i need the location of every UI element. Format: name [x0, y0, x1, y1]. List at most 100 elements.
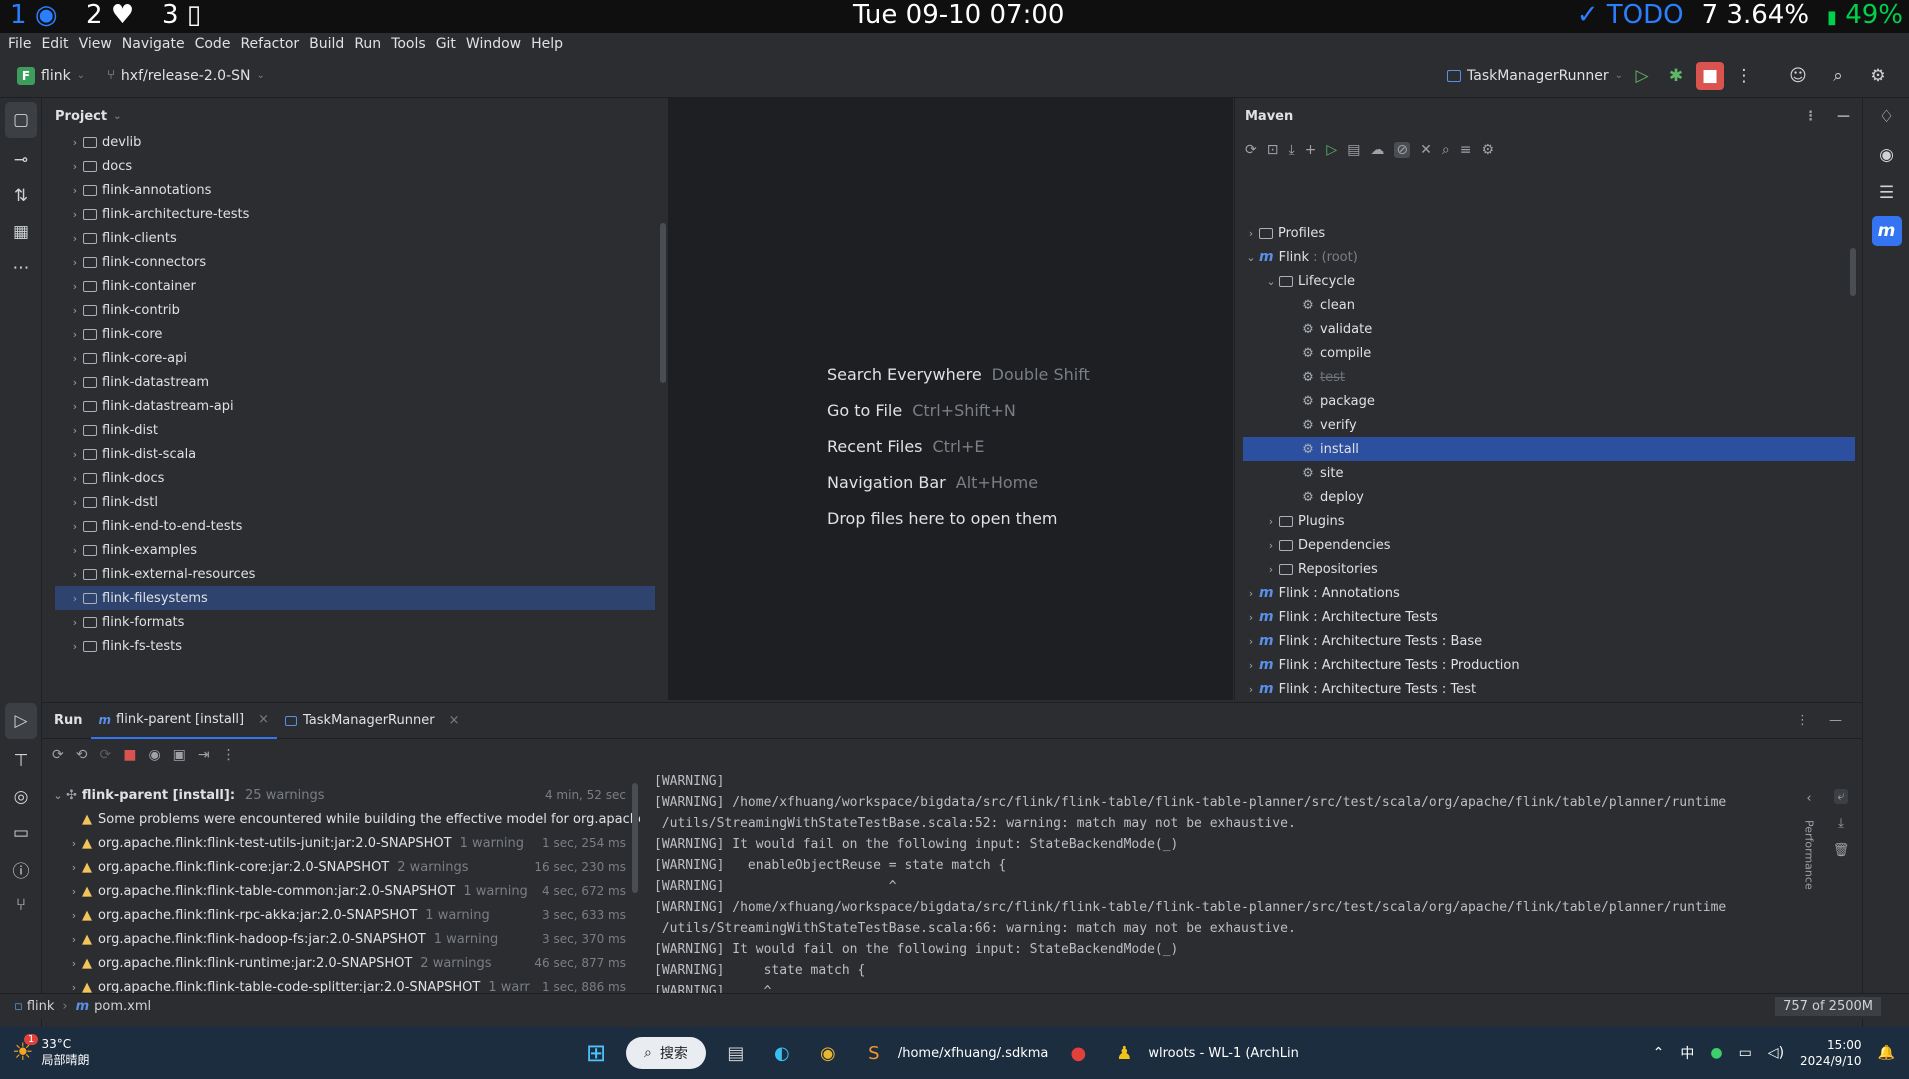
menu-file[interactable]: File: [8, 36, 31, 52]
more-icon[interactable]: ⋮: [222, 747, 236, 763]
breadcrumb-pom[interactable]: pom.xml: [94, 999, 151, 1014]
more-tools-icon[interactable]: ⋯: [0, 250, 42, 286]
maven-scrollbar[interactable]: [1850, 248, 1856, 296]
maven-module[interactable]: › m Flink : Architecture Tests : Base: [1243, 629, 1855, 653]
maven-group[interactable]: › Dependencies: [1243, 533, 1855, 557]
maven-goal[interactable]: ⚙ validate: [1243, 317, 1855, 341]
wechat-icon[interactable]: ●: [1710, 1045, 1722, 1061]
menu-help[interactable]: Help: [531, 36, 563, 52]
taskbar-search[interactable]: ⌕ 搜索: [626, 1037, 706, 1069]
build-icon[interactable]: ⊤: [0, 743, 42, 779]
taskbar-app-wlroots[interactable]: ♟ wlroots - WL-1 (ArchLin: [1108, 1037, 1299, 1069]
windows-start-icon[interactable]: ⊞: [580, 1037, 612, 1069]
services-icon[interactable]: ◎: [0, 779, 42, 815]
toggle-offline-icon[interactable]: ⟳: [99, 747, 111, 763]
database-icon[interactable]: ☰: [1863, 174, 1909, 212]
maven-profiles[interactable]: › Profiles: [1243, 221, 1855, 245]
maven-goal[interactable]: ⚙ clean: [1243, 293, 1855, 317]
stop-icon[interactable]: ■: [123, 747, 136, 763]
build-module-row[interactable]: › ▲ org.apache.flink:flink-runtime:jar:2.0…: [50, 951, 640, 975]
search-icon[interactable]: ⌕: [1824, 62, 1852, 90]
project-tree-item[interactable]: › flink-core-api: [55, 346, 655, 370]
gear-icon[interactable]: ⚙: [1864, 62, 1892, 90]
project-tree-item[interactable]: › flink-docs: [55, 466, 655, 490]
menu-run[interactable]: Run: [354, 36, 381, 52]
gear-icon[interactable]: ⚙: [1481, 142, 1494, 158]
project-tree-item[interactable]: › flink-core: [55, 322, 655, 346]
project-tree-item[interactable]: › flink-dist-scala: [55, 442, 655, 466]
commit-icon[interactable]: ⊸: [0, 142, 42, 178]
generate-sources-icon[interactable]: ⊡: [1267, 142, 1279, 158]
eye-icon[interactable]: ◉: [148, 747, 160, 763]
notifications-icon[interactable]: ♢: [1863, 98, 1909, 136]
soft-wrap-icon[interactable]: ⤶: [1834, 789, 1848, 804]
project-tree-item[interactable]: › flink-external-resources: [55, 562, 655, 586]
project-tree-item[interactable]: › flink-filesystems: [55, 586, 655, 610]
project-tree-item[interactable]: › flink-dist: [55, 418, 655, 442]
maven-goal[interactable]: ⚙ verify: [1243, 413, 1855, 437]
maven-module[interactable]: › m Flink : Architecture Tests : Productio…: [1243, 653, 1855, 677]
project-tree-item[interactable]: › flink-end-to-end-tests: [55, 514, 655, 538]
maven-goal[interactable]: ⚙ test: [1243, 365, 1855, 389]
project-tree-item[interactable]: › flink-dstl: [55, 490, 655, 514]
pull-request-icon[interactable]: ⇅: [0, 178, 42, 214]
rerun-failed-icon[interactable]: ⟲: [76, 747, 88, 763]
project-scrollbar[interactable]: [660, 223, 666, 383]
maven-module[interactable]: › m Flink : Annotations: [1243, 581, 1855, 605]
maven-goal[interactable]: ⚙ deploy: [1243, 485, 1855, 509]
minimize-icon[interactable]: —: [1837, 109, 1850, 124]
download-icon[interactable]: ⤓: [1288, 142, 1294, 158]
project-tree-item[interactable]: › flink-datastream: [55, 370, 655, 394]
menu-view[interactable]: View: [79, 36, 112, 52]
menu-tools[interactable]: Tools: [391, 36, 426, 52]
tab-taskmanagerrunner[interactable]: TaskManagerRunner ×: [277, 703, 467, 739]
run-icon[interactable]: ▷: [1628, 62, 1656, 90]
folder-icon[interactable]: ▢: [5, 102, 37, 138]
performance-label[interactable]: Performance: [1803, 820, 1816, 890]
maven-module[interactable]: › m Flink : Architecture Tests : Test: [1243, 677, 1855, 701]
close-icon[interactable]: ×: [449, 713, 460, 728]
problems-icon[interactable]: ⓘ: [0, 851, 42, 887]
execute-goal-icon[interactable]: ▤: [1347, 142, 1360, 158]
run-tool-icon[interactable]: ▷: [5, 703, 37, 739]
network-icon[interactable]: ▭: [1739, 1045, 1752, 1061]
build-tree-scrollbar[interactable]: [632, 783, 638, 893]
project-tree-item[interactable]: › devlib: [55, 130, 655, 154]
maven-lifecycle[interactable]: ⌄ Lifecycle: [1243, 269, 1855, 293]
project-tree-item[interactable]: › flink-fs-tests: [55, 634, 655, 658]
ime-indicator[interactable]: 中: [1680, 1043, 1694, 1063]
app-icon[interactable]: ●: [1062, 1037, 1094, 1069]
structure-icon[interactable]: ▦: [0, 214, 42, 250]
project-tree-item[interactable]: › flink-examples: [55, 538, 655, 562]
project-tree-item[interactable]: › flink-datastream-api: [55, 394, 655, 418]
more-icon[interactable]: ⋮: [1730, 62, 1758, 90]
build-module-row[interactable]: › ▲ org.apache.flink:flink-core:jar:2.0-SN…: [50, 855, 640, 879]
maven-group[interactable]: › Plugins: [1243, 509, 1855, 533]
project-tree-item[interactable]: › docs: [55, 154, 655, 178]
volume-icon[interactable]: ◁): [1768, 1045, 1784, 1061]
collapse-icon[interactable]: ✕: [1420, 142, 1432, 158]
run-config-selector[interactable]: TaskManagerRunner ⌄: [1447, 68, 1623, 84]
maven-icon[interactable]: m: [1863, 212, 1909, 250]
build-module-row[interactable]: › ▲ org.apache.flink:flink-rpc-akka:jar:2.…: [50, 903, 640, 927]
weather-widget[interactable]: ☀ 1 33°C 局部晴朗: [12, 1034, 90, 1068]
chrome-icon[interactable]: ◉: [812, 1037, 844, 1069]
close-icon[interactable]: ×: [258, 712, 269, 727]
workspace-1[interactable]: 1 ◉: [10, 0, 58, 30]
project-panel-header[interactable]: Project ⌄: [43, 98, 668, 134]
project-tree-item[interactable]: › flink-annotations: [55, 178, 655, 202]
more-icon[interactable]: ⋮: [1796, 713, 1809, 728]
project-tree-item[interactable]: › flink-contrib: [55, 298, 655, 322]
analyze-icon[interactable]: ⌕: [1442, 142, 1450, 158]
maven-goal[interactable]: ⚙ compile: [1243, 341, 1855, 365]
taskbar-clock[interactable]: 15:00 2024/9/10: [1800, 1037, 1862, 1069]
maven-group[interactable]: › Repositories: [1243, 557, 1855, 581]
tab-flink-parent-install[interactable]: m flink-parent [install] ×: [90, 703, 278, 739]
maven-goal[interactable]: ⚙ site: [1243, 461, 1855, 485]
show-deps-icon[interactable]: ≡: [1460, 142, 1472, 158]
project-tree-item[interactable]: › flink-clients: [55, 226, 655, 250]
menu-code[interactable]: Code: [195, 36, 231, 52]
chevron-left-icon[interactable]: ‹: [1806, 791, 1811, 806]
stop-icon[interactable]: ■: [1696, 61, 1724, 90]
build-module-row[interactable]: › ▲ org.apache.flink:flink-table-common:ja…: [50, 879, 640, 903]
